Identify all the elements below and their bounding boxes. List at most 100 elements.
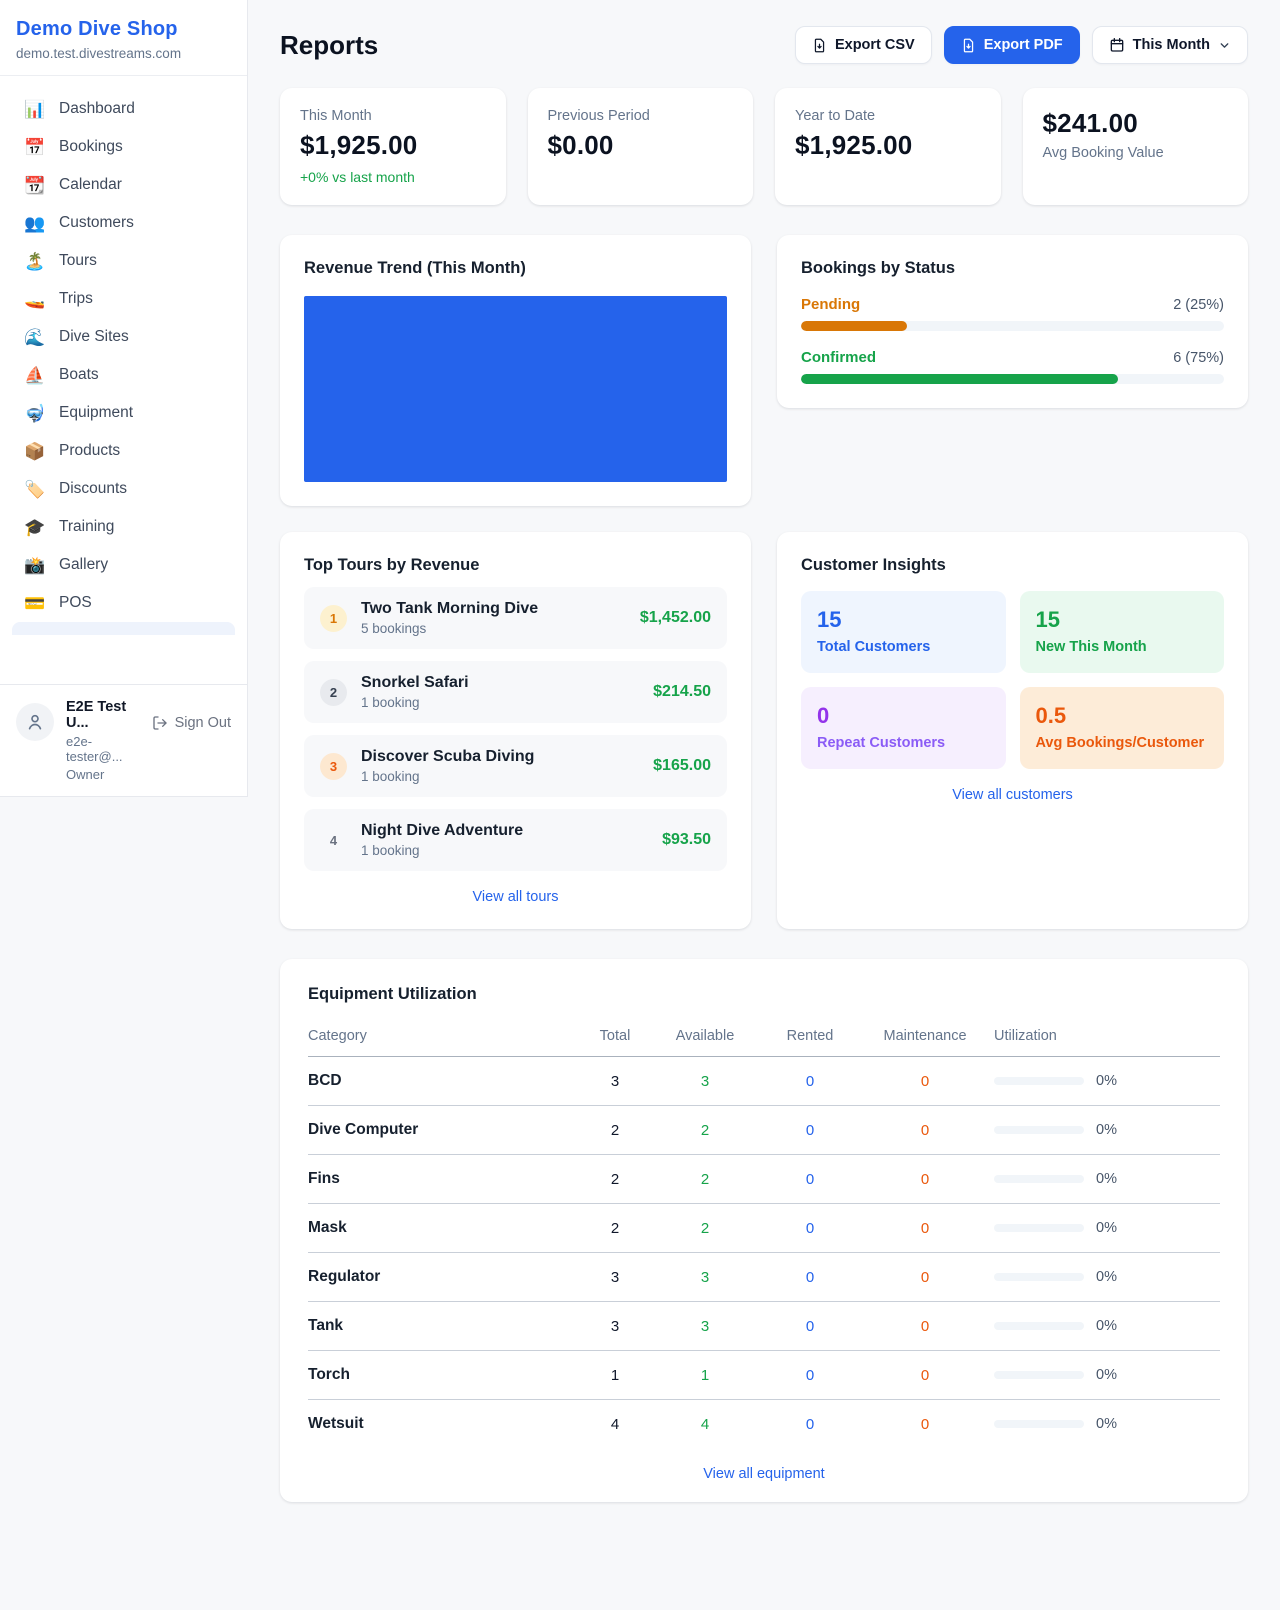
chevron-down-icon [1218, 39, 1231, 52]
equipment-utilization-title: Equipment Utilization [308, 985, 1220, 1004]
tile-repeat-customers: 0 Repeat Customers [801, 687, 1006, 769]
utilization-track [994, 1322, 1084, 1330]
sidebar-item-reports-partial[interactable] [12, 622, 235, 635]
page-header: Reports Export CSV Export PDF [280, 26, 1248, 64]
revenue-trend-title: Revenue Trend (This Month) [304, 259, 727, 278]
cell-maintenance: 0 [860, 1269, 990, 1286]
cell-rented: 0 [760, 1171, 860, 1188]
column-header: Total [580, 1028, 650, 1044]
cell-maintenance: 0 [860, 1122, 990, 1139]
utilization-percent: 0% [1096, 1171, 1117, 1187]
sidebar-item-label: Bookings [59, 138, 123, 156]
sidebar-item-label: Boats [59, 366, 99, 384]
sidebar-item-label: Equipment [59, 404, 133, 422]
tour-bookings: 5 bookings [361, 621, 626, 636]
sidebar-item-trips[interactable]: 🚤 Trips [12, 280, 235, 318]
tile-value: 15 [1036, 607, 1209, 633]
cell-maintenance: 0 [860, 1220, 990, 1237]
cell-rented: 0 [760, 1367, 860, 1384]
utilization-track [994, 1126, 1084, 1134]
sidebar-item-gallery[interactable]: 📸 Gallery [12, 546, 235, 584]
header-actions: Export CSV Export PDF [795, 26, 1248, 64]
cell-utilization: 0% [990, 1318, 1220, 1334]
person-icon [25, 712, 45, 732]
cell-available: 4 [650, 1416, 760, 1433]
cell-utilization: 0% [990, 1269, 1220, 1285]
app-root: Demo Dive Shop demo.test.divestreams.com… [0, 0, 1280, 1534]
top-tours-title: Top Tours by Revenue [304, 556, 727, 575]
status-label-confirmed: Confirmed [801, 349, 876, 366]
table-row: Fins 2 2 0 0 0% [308, 1155, 1220, 1204]
stat-card-this-month: This Month $1,925.00 +0% vs last month [280, 88, 506, 205]
cell-total: 4 [580, 1416, 650, 1433]
utilization-percent: 0% [1096, 1122, 1117, 1138]
utilization-track [994, 1224, 1084, 1232]
column-header: Maintenance [860, 1028, 990, 1044]
stat-label: Year to Date [795, 108, 981, 124]
cell-total: 3 [580, 1318, 650, 1335]
utilization-percent: 0% [1096, 1220, 1117, 1236]
sidebar-item-bookings[interactable]: 📅 Bookings [12, 128, 235, 166]
cell-available: 3 [650, 1269, 760, 1286]
view-all-equipment-link[interactable]: View all equipment [308, 1466, 1220, 1482]
dashboard-icon: 📊 [24, 101, 46, 118]
tile-value: 0 [817, 703, 990, 729]
sidebar-item-label: Dive Sites [59, 328, 129, 346]
tile-label: Avg Bookings/Customer [1036, 735, 1209, 751]
sidebar-item-boats[interactable]: ⛵ Boats [12, 356, 235, 394]
sidebar-item-products[interactable]: 📦 Products [12, 432, 235, 470]
column-header: Rented [760, 1028, 860, 1044]
sidebar-item-calendar[interactable]: 📆 Calendar [12, 166, 235, 204]
tour-name: Night Dive Adventure [361, 822, 648, 840]
speedboat-icon: 🚤 [24, 291, 46, 308]
sidebar-item-dive-sites[interactable]: 🌊 Dive Sites [12, 318, 235, 356]
cell-total: 2 [580, 1171, 650, 1188]
cell-total: 1 [580, 1367, 650, 1384]
utilization-track [994, 1175, 1084, 1183]
table-row: Dive Computer 2 2 0 0 0% [308, 1106, 1220, 1155]
column-header: Category [308, 1028, 580, 1044]
cell-rented: 0 [760, 1220, 860, 1237]
bookings-by-status-card: Bookings by Status Pending 2 (25%) Confi… [777, 235, 1248, 408]
sidebar-item-equipment[interactable]: 🤿 Equipment [12, 394, 235, 432]
sidebar-item-customers[interactable]: 👥 Customers [12, 204, 235, 242]
graduation-cap-icon: 🎓 [24, 519, 46, 536]
cell-maintenance: 0 [860, 1318, 990, 1335]
camera-icon: 📸 [24, 557, 46, 574]
status-label-pending: Pending [801, 296, 860, 313]
cell-category: Tank [308, 1317, 580, 1335]
top-tours-card: Top Tours by Revenue 1 Two Tank Morning … [280, 532, 751, 929]
export-csv-button[interactable]: Export CSV [795, 26, 932, 64]
sidebar-item-training[interactable]: 🎓 Training [12, 508, 235, 546]
cell-category: Torch [308, 1366, 580, 1384]
view-all-customers-link[interactable]: View all customers [801, 787, 1224, 803]
sign-out-button[interactable]: Sign Out [152, 715, 231, 731]
package-icon: 📦 [24, 443, 46, 460]
rank-badge: 3 [320, 753, 347, 780]
cell-available: 3 [650, 1318, 760, 1335]
period-dropdown[interactable]: This Month [1092, 26, 1248, 64]
sidebar-item-tours[interactable]: 🏝️ Tours [12, 242, 235, 280]
sidebar-item-label: Discounts [59, 480, 127, 498]
sign-out-label: Sign Out [175, 715, 231, 731]
stat-value: $0.00 [548, 130, 734, 161]
sidebar-item-discounts[interactable]: 🏷️ Discounts [12, 470, 235, 508]
sidebar: Demo Dive Shop demo.test.divestreams.com… [0, 0, 248, 797]
user-email: e2e-tester@... [66, 734, 140, 764]
file-download-icon [812, 38, 827, 53]
tile-label: Repeat Customers [817, 735, 990, 751]
export-pdf-button[interactable]: Export PDF [944, 26, 1080, 64]
user-meta: E2E Test U... e2e-tester@... Owner [66, 699, 140, 782]
stat-value: $241.00 [1043, 108, 1229, 139]
sidebar-item-dashboard[interactable]: 📊 Dashboard [12, 90, 235, 128]
view-all-tours-link[interactable]: View all tours [304, 889, 727, 905]
stat-card-avg-booking: $241.00 Avg Booking Value [1023, 88, 1249, 205]
cell-available: 2 [650, 1171, 760, 1188]
sidebar-item-pos[interactable]: 💳 POS [12, 584, 235, 622]
stat-label: Avg Booking Value [1043, 145, 1229, 161]
cell-available: 2 [650, 1220, 760, 1237]
table-row: Mask 2 2 0 0 0% [308, 1204, 1220, 1253]
insights-row: Top Tours by Revenue 1 Two Tank Morning … [280, 532, 1248, 929]
cell-total: 2 [580, 1122, 650, 1139]
people-icon: 👥 [24, 215, 46, 232]
